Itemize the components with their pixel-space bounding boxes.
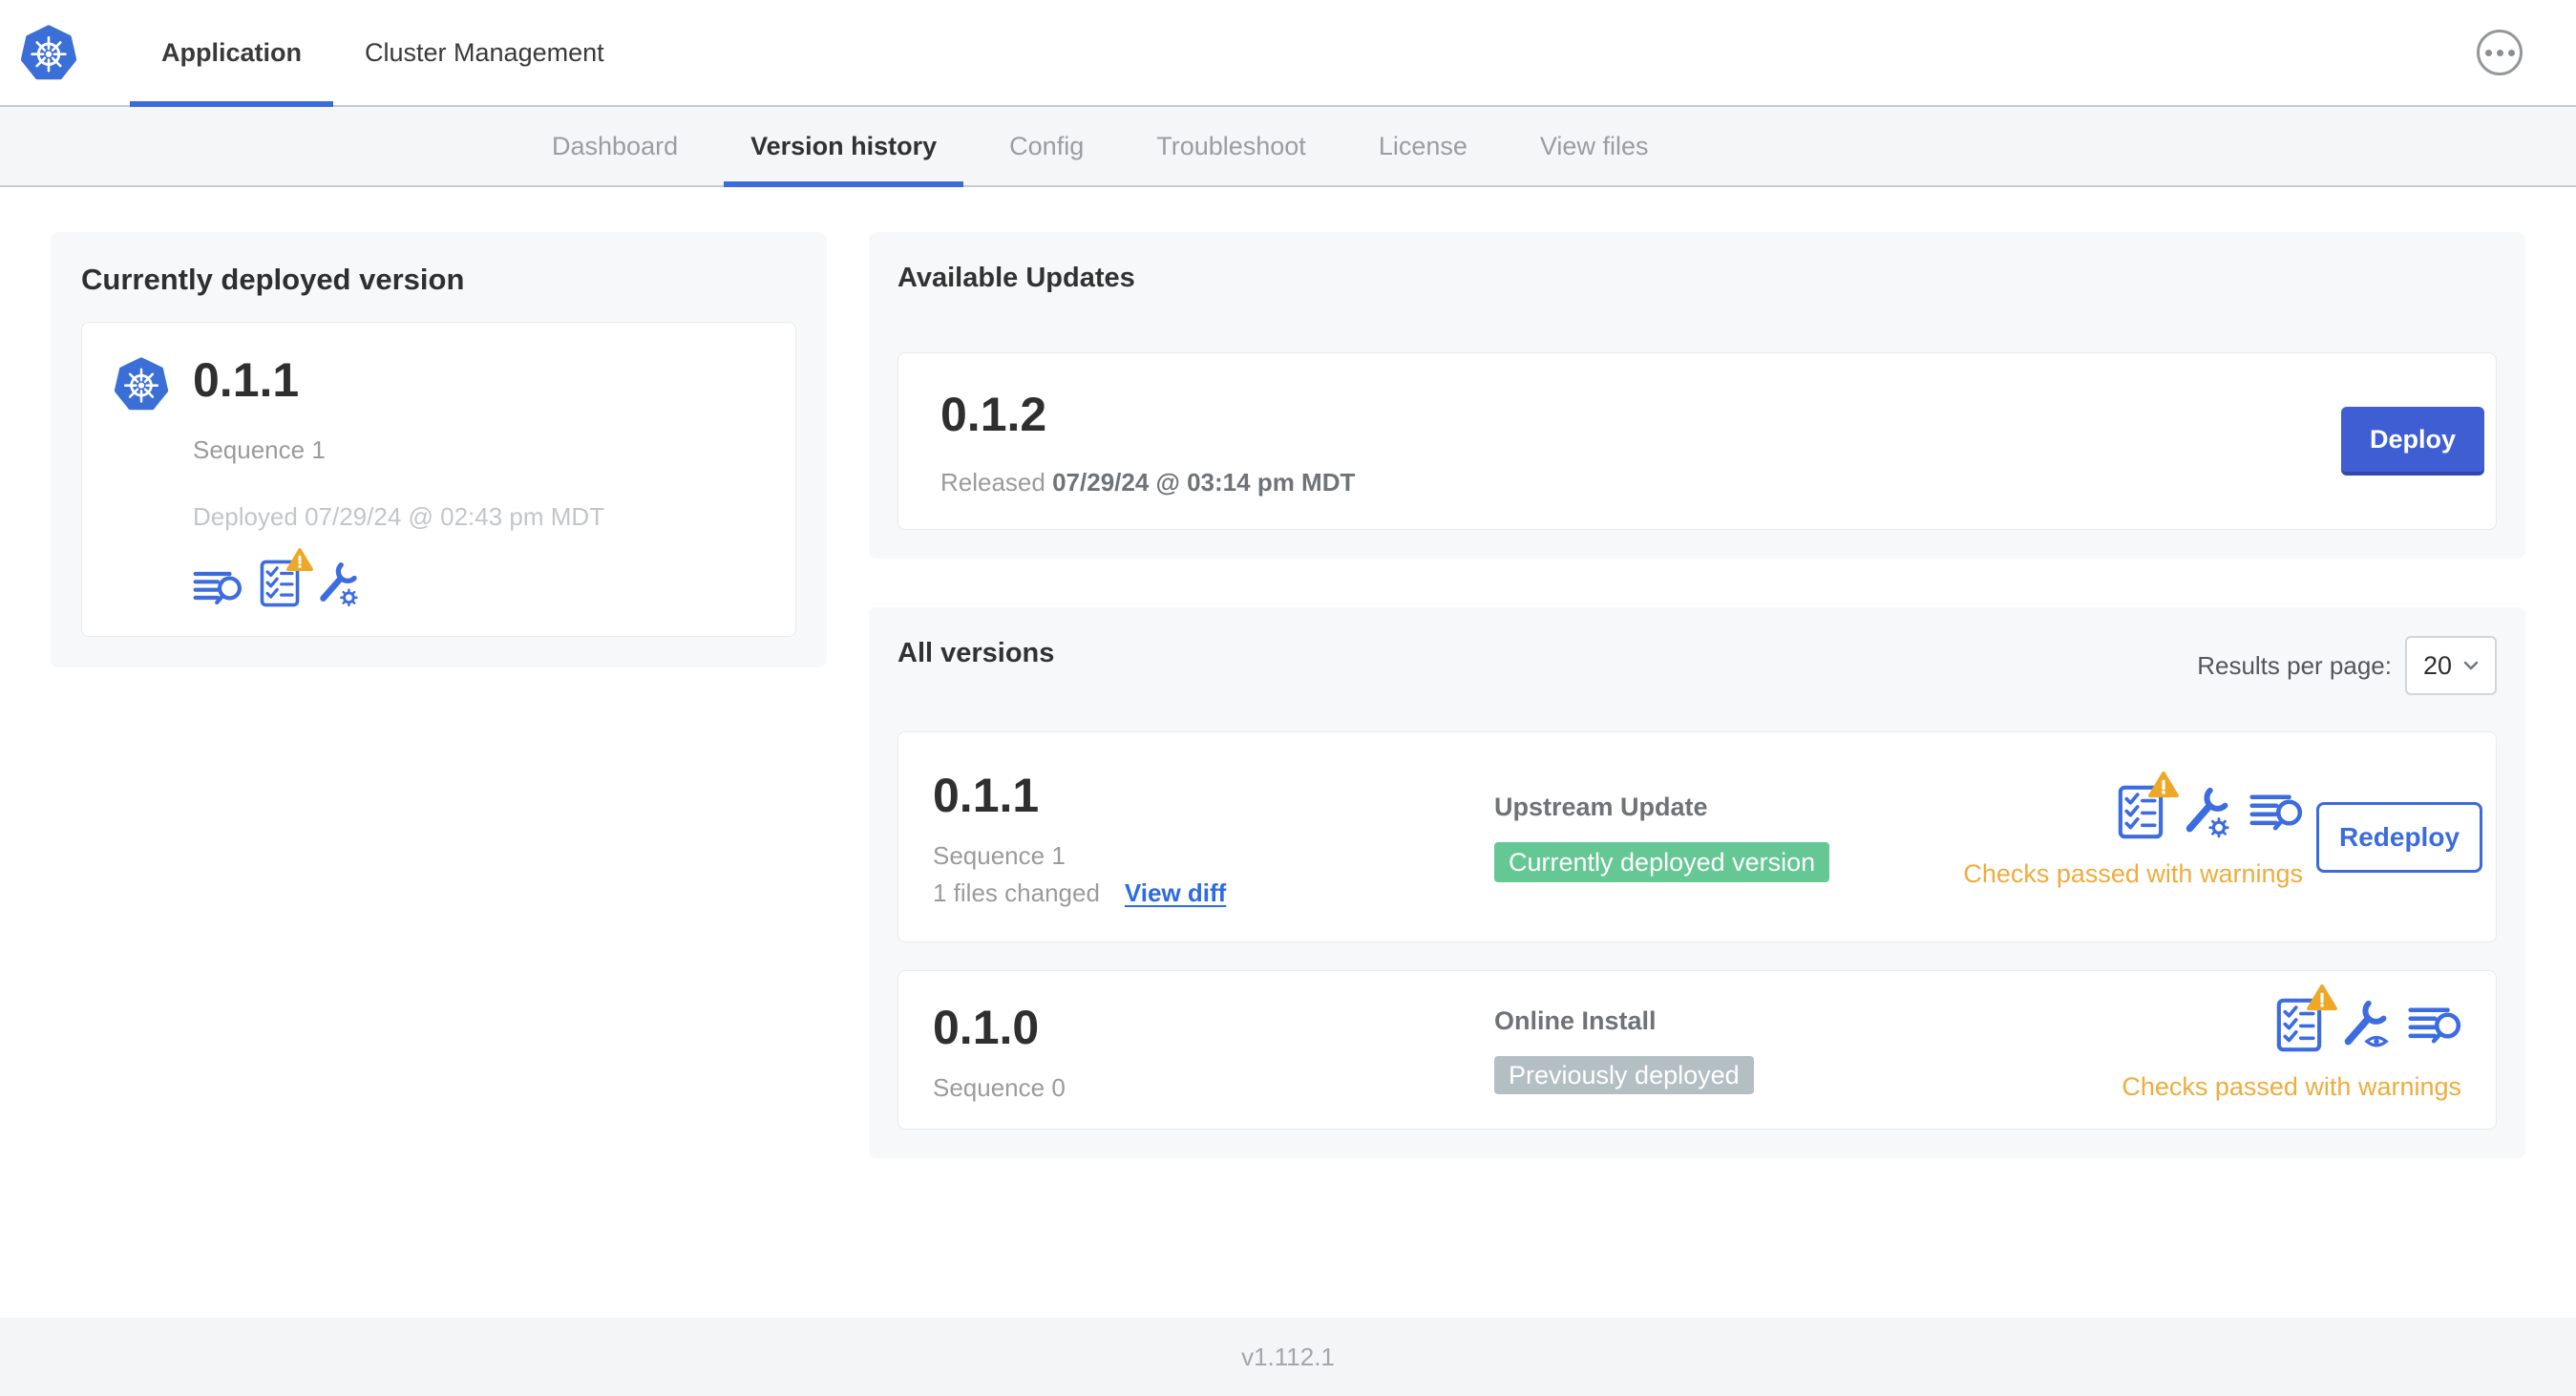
- released-label: Released: [940, 468, 1045, 497]
- subnav-license-label: License: [1378, 131, 1467, 160]
- currently-deployed-badge: Currently deployed version: [1494, 841, 1830, 882]
- preflight-status-link[interactable]: Checks passed with warnings: [2122, 1071, 2461, 1102]
- console-version: v1.112.1: [1241, 1342, 1335, 1371]
- subnav-version-history-label: Version history: [750, 131, 938, 160]
- kubernetes-logo-icon: [21, 23, 76, 82]
- deploy-button[interactable]: Deploy: [2341, 407, 2484, 476]
- subnav-troubleshoot-label: Troubleshoot: [1156, 131, 1306, 160]
- ellipsis-menu-icon[interactable]: [2477, 30, 2523, 75]
- subnav-troubleshoot[interactable]: Troubleshoot: [1120, 107, 1342, 185]
- version-rows: 0.1.1 Sequence 1 1 files changed View di…: [897, 731, 2497, 1130]
- footer: v1.112.1: [0, 1318, 2576, 1396]
- dot: [2484, 49, 2492, 56]
- subnav-version-history[interactable]: Version history: [714, 107, 973, 187]
- available-updates-title: Available Updates: [897, 263, 1135, 293]
- preflight-checks-warning-icon[interactable]: [260, 548, 313, 607]
- currently-deployed-panel: Currently deployed version 0.1.1 Sequenc…: [51, 232, 827, 667]
- top-tabs: Application Cluster Management: [130, 0, 636, 107]
- app-subnav: Dashboard Version history Config Trouble…: [0, 107, 2576, 187]
- tab-application[interactable]: Application: [130, 0, 333, 107]
- app-icon-kubernetes: [114, 355, 169, 412]
- logs-search-icon[interactable]: [2249, 792, 2303, 834]
- released-date: 07/29/24 @ 03:14 pm MDT: [1052, 468, 1356, 497]
- logs-search-icon[interactable]: [2408, 1005, 2461, 1047]
- version-row-0.1.1: 0.1.1 Sequence 1 1 files changed View di…: [897, 731, 2497, 942]
- right-column: Available Updates 0.1.2 Released 07/29/2…: [869, 232, 2525, 1158]
- dot: [2507, 49, 2515, 56]
- subnav-config[interactable]: Config: [973, 107, 1120, 185]
- preflight-status-link[interactable]: Checks passed with warnings: [1963, 858, 2303, 889]
- available-update-card: 0.1.2 Released 07/29/24 @ 03:14 pm MDT D…: [897, 352, 2497, 530]
- row-source: Upstream Update: [1494, 792, 1708, 821]
- tab-cluster-management-label: Cluster Management: [365, 37, 604, 67]
- logs-search-icon[interactable]: [193, 569, 243, 607]
- dot: [2496, 49, 2503, 56]
- previously-deployed-badge: Previously deployed: [1494, 1055, 1754, 1094]
- deployed-sequence: Sequence 1: [193, 435, 326, 464]
- deployed-timestamp: Deployed 07/29/24 @ 02:43 pm MDT: [193, 502, 605, 531]
- row-sequence: Sequence 0: [933, 1072, 1066, 1102]
- preflight-checks-warning-icon[interactable]: [2118, 771, 2179, 839]
- deployed-version-number: 0.1.1: [193, 353, 300, 407]
- chevron-down-icon: [2463, 661, 2479, 670]
- version-row-0.1.0: 0.1.0 Sequence 0 Online Install Previous…: [897, 970, 2497, 1130]
- all-versions-panel: All versions Results per page: 20 0.1.1: [869, 607, 2525, 1158]
- tab-application-label: Application: [161, 37, 302, 67]
- view-diff-link[interactable]: View diff: [1125, 878, 1226, 907]
- subnav-license[interactable]: License: [1342, 107, 1504, 185]
- row-source: Online Install: [1494, 1005, 1657, 1035]
- view-config-wrench-eye-icon[interactable]: [2341, 1000, 2389, 1051]
- currently-deployed-card: 0.1.1 Sequence 1 Deployed 07/29/24 @ 02:…: [81, 322, 796, 637]
- main-content: Currently deployed version 0.1.1 Sequenc…: [0, 187, 2576, 1318]
- subnav-view-files[interactable]: View files: [1504, 107, 1685, 185]
- results-per-page-label: Results per page:: [2197, 650, 2392, 680]
- warning-triangle-icon: [286, 547, 313, 572]
- config-wrench-gear-icon[interactable]: [317, 561, 359, 607]
- available-updates-panel: Available Updates 0.1.2 Released 07/29/2…: [869, 232, 2525, 559]
- top-navbar: Application Cluster Management: [0, 0, 2576, 107]
- preflight-checks-warning-icon[interactable]: [2276, 984, 2337, 1052]
- results-per-page-select[interactable]: 20: [2405, 636, 2497, 695]
- files-changed-label: 1 files changed: [933, 878, 1100, 907]
- warning-triangle-icon: [2148, 771, 2179, 798]
- all-versions-title: All versions: [897, 638, 1055, 668]
- config-wrench-gear-icon[interactable]: [2183, 787, 2230, 838]
- redeploy-button[interactable]: Redeploy: [2316, 801, 2482, 873]
- warning-triangle-icon: [2307, 984, 2337, 1011]
- subnav-dashboard-label: Dashboard: [552, 131, 679, 160]
- row-sequence: Sequence 1: [933, 841, 1066, 870]
- subnav-dashboard[interactable]: Dashboard: [516, 107, 714, 185]
- row-version-number: 0.1.1: [933, 769, 1040, 822]
- subnav-view-files-label: View files: [1539, 131, 1649, 160]
- row-version-number: 0.1.0: [933, 1000, 1040, 1054]
- currently-deployed-title: Currently deployed version: [81, 263, 465, 296]
- update-released-line: Released 07/29/24 @ 03:14 pm MDT: [940, 468, 2454, 497]
- tab-cluster-management[interactable]: Cluster Management: [333, 0, 636, 105]
- results-per-page-value: 20: [2422, 650, 2453, 680]
- subnav-config-label: Config: [1009, 131, 1085, 160]
- update-version-number: 0.1.2: [940, 388, 1047, 441]
